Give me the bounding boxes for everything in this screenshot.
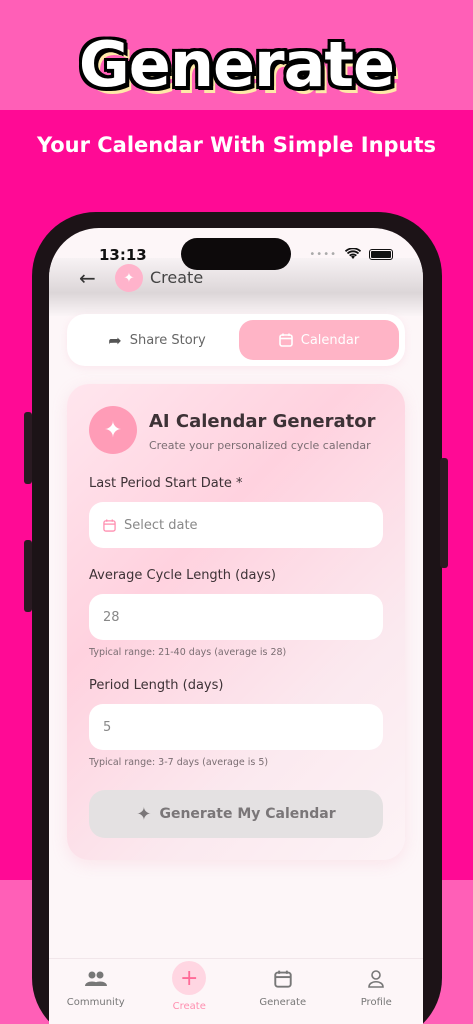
dynamic-island <box>181 238 291 270</box>
period-length-hint: Typical range: 3-7 days (average is 5) <box>89 757 269 768</box>
status-icons: •••• <box>309 248 393 260</box>
cycle-length-input[interactable]: 28 <box>89 594 383 640</box>
tab-share-story[interactable]: ➦ Share Story <box>77 320 237 360</box>
person-icon <box>368 970 385 988</box>
tab-label: Calendar <box>300 332 360 348</box>
calendar-icon <box>103 518 116 532</box>
phone-power-button <box>440 458 448 568</box>
calendar-icon <box>274 970 292 988</box>
wifi-icon <box>345 248 361 259</box>
tabbar-item-community[interactable]: Community <box>49 959 143 1024</box>
hero-title: Generate <box>78 28 395 101</box>
tabbar-label: Community <box>66 997 125 1008</box>
card-subtitle: Create your personalized cycle calendar <box>149 439 371 452</box>
tab-switcher: ➦ Share Story Calendar <box>67 314 405 366</box>
tabbar-item-profile[interactable]: Profile <box>330 959 424 1024</box>
tab-label: Share Story <box>129 332 206 348</box>
arrow-left-icon: ← <box>79 266 96 290</box>
generate-calendar-button[interactable]: ✦ Generate My Calendar <box>89 790 383 838</box>
people-icon <box>84 971 107 986</box>
back-button[interactable]: ← <box>79 266 96 290</box>
phone-side-button <box>24 412 32 484</box>
magic-wand-icon: ✦ <box>89 406 137 454</box>
bottom-tab-bar: Community + Create Generate Profile <box>49 958 423 1024</box>
header-title: Create <box>150 268 204 287</box>
period-length-placeholder: 5 <box>103 719 112 735</box>
plus-icon: + <box>172 961 207 995</box>
cycle-length-hint: Typical range: 21-40 days (average is 28… <box>89 647 287 658</box>
generate-button-label: Generate My Calendar <box>159 806 336 822</box>
last-period-date-input[interactable]: Select date <box>89 502 383 548</box>
date-placeholder: Select date <box>124 517 198 533</box>
cycle-length-label: Average Cycle Length (days) <box>89 568 276 583</box>
tabbar-label: Create <box>172 1001 206 1012</box>
tabbar-label: Generate <box>259 997 307 1008</box>
period-length-label: Period Length (days) <box>89 678 224 693</box>
magic-wand-icon: ✦ <box>115 264 143 292</box>
tabbar-item-generate[interactable]: Generate <box>236 959 330 1024</box>
signal-icon: •••• <box>309 248 337 260</box>
phone-side-button <box>24 540 32 612</box>
period-length-input[interactable]: 5 <box>89 704 383 750</box>
magic-wand-icon: ✦ <box>136 803 152 825</box>
tabbar-item-create[interactable]: + Create <box>143 959 237 1024</box>
tab-calendar[interactable]: Calendar <box>239 320 399 360</box>
card-title: AI Calendar Generator <box>149 411 376 432</box>
cycle-length-placeholder: 28 <box>103 609 120 625</box>
calendar-generator-card: ✦ AI Calendar Generator Create your pers… <box>67 384 405 860</box>
calendar-icon <box>278 333 293 347</box>
last-period-label: Last Period Start Date * <box>89 476 243 491</box>
hero-subtitle: Your Calendar With Simple Inputs <box>36 133 437 157</box>
share-arrow-icon: ➦ <box>108 330 122 350</box>
battery-icon <box>369 248 393 260</box>
status-time: 13:13 <box>99 246 147 264</box>
tabbar-label: Profile <box>360 997 392 1008</box>
app-screen: 13:13 •••• ← ✦ Create ➦ Share Story Cale… <box>49 228 423 1024</box>
